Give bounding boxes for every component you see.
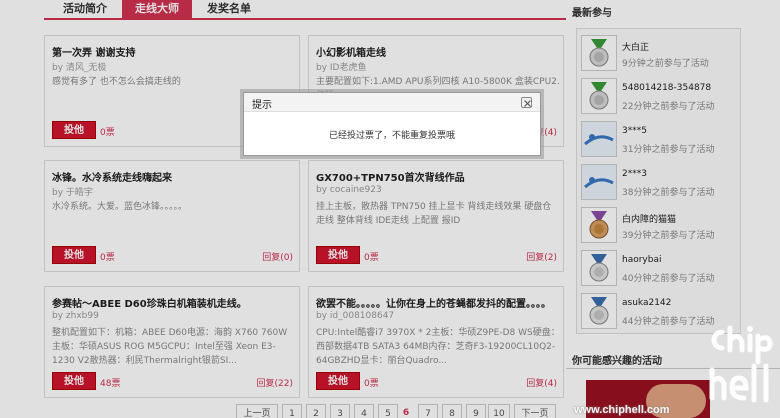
chiphell-watermark-logo xyxy=(709,325,773,403)
dialog-header: 提示 xyxy=(244,93,540,112)
modal-overlay xyxy=(0,0,780,418)
close-icon[interactable] xyxy=(521,97,532,108)
dialog-title: 提示 xyxy=(252,100,272,111)
watermark-url: www.chiphell.com xyxy=(574,404,670,416)
alert-dialog: 提示 已经投过票了，不能重复投票哦 xyxy=(243,92,541,156)
dialog-message: 已经投过票了，不能重复投票哦 xyxy=(328,131,455,141)
